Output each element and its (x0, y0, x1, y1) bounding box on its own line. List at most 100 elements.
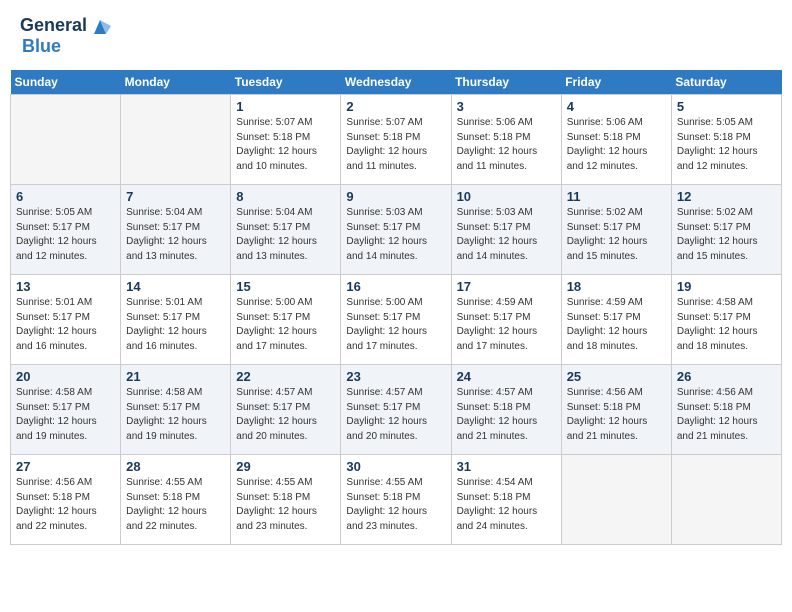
calendar-cell: 9 Sunrise: 5:03 AM Sunset: 5:17 PM Dayli… (341, 185, 451, 275)
header-row: SundayMondayTuesdayWednesdayThursdayFrid… (11, 70, 782, 95)
day-number: 20 (16, 369, 115, 384)
calendar-cell: 5 Sunrise: 5:05 AM Sunset: 5:18 PM Dayli… (671, 95, 781, 185)
day-number: 6 (16, 189, 115, 204)
day-info: Sunrise: 5:01 AM Sunset: 5:17 PM Dayligh… (126, 296, 225, 354)
day-info: Sunrise: 5:00 AM Sunset: 5:17 PM Dayligh… (346, 296, 445, 354)
day-number: 11 (567, 189, 666, 204)
calendar-cell: 28 Sunrise: 4:55 AM Sunset: 5:18 PM Dayl… (121, 455, 231, 545)
day-header-saturday: Saturday (671, 70, 781, 95)
calendar-table: SundayMondayTuesdayWednesdayThursdayFrid… (10, 70, 782, 545)
calendar-cell: 10 Sunrise: 5:03 AM Sunset: 5:17 PM Dayl… (451, 185, 561, 275)
day-info: Sunrise: 4:55 AM Sunset: 5:18 PM Dayligh… (236, 476, 335, 534)
day-info: Sunrise: 5:02 AM Sunset: 5:17 PM Dayligh… (567, 206, 666, 264)
day-number: 23 (346, 369, 445, 384)
day-info: Sunrise: 4:57 AM Sunset: 5:17 PM Dayligh… (346, 386, 445, 444)
calendar-cell: 31 Sunrise: 4:54 AM Sunset: 5:18 PM Dayl… (451, 455, 561, 545)
day-info: Sunrise: 5:05 AM Sunset: 5:18 PM Dayligh… (677, 116, 776, 174)
day-number: 22 (236, 369, 335, 384)
day-info: Sunrise: 4:57 AM Sunset: 5:18 PM Dayligh… (457, 386, 556, 444)
calendar-cell: 23 Sunrise: 4:57 AM Sunset: 5:17 PM Dayl… (341, 365, 451, 455)
calendar-cell: 2 Sunrise: 5:07 AM Sunset: 5:18 PM Dayli… (341, 95, 451, 185)
calendar-cell: 7 Sunrise: 5:04 AM Sunset: 5:17 PM Dayli… (121, 185, 231, 275)
calendar-cell: 13 Sunrise: 5:01 AM Sunset: 5:17 PM Dayl… (11, 275, 121, 365)
logo-blue-text: Blue (22, 36, 61, 56)
calendar-cell: 29 Sunrise: 4:55 AM Sunset: 5:18 PM Dayl… (231, 455, 341, 545)
day-info: Sunrise: 4:55 AM Sunset: 5:18 PM Dayligh… (346, 476, 445, 534)
day-number: 26 (677, 369, 776, 384)
day-info: Sunrise: 4:56 AM Sunset: 5:18 PM Dayligh… (16, 476, 115, 534)
day-header-wednesday: Wednesday (341, 70, 451, 95)
calendar-cell: 15 Sunrise: 5:00 AM Sunset: 5:17 PM Dayl… (231, 275, 341, 365)
day-header-sunday: Sunday (11, 70, 121, 95)
day-header-friday: Friday (561, 70, 671, 95)
calendar-cell (561, 455, 671, 545)
calendar-cell: 18 Sunrise: 4:59 AM Sunset: 5:17 PM Dayl… (561, 275, 671, 365)
day-number: 30 (346, 459, 445, 474)
day-number: 1 (236, 99, 335, 114)
day-number: 25 (567, 369, 666, 384)
day-number: 5 (677, 99, 776, 114)
day-info: Sunrise: 4:59 AM Sunset: 5:17 PM Dayligh… (567, 296, 666, 354)
calendar-cell: 25 Sunrise: 4:56 AM Sunset: 5:18 PM Dayl… (561, 365, 671, 455)
calendar-cell: 1 Sunrise: 5:07 AM Sunset: 5:18 PM Dayli… (231, 95, 341, 185)
week-row-1: 1 Sunrise: 5:07 AM Sunset: 5:18 PM Dayli… (11, 95, 782, 185)
calendar-cell: 14 Sunrise: 5:01 AM Sunset: 5:17 PM Dayl… (121, 275, 231, 365)
day-info: Sunrise: 5:01 AM Sunset: 5:17 PM Dayligh… (16, 296, 115, 354)
day-info: Sunrise: 5:04 AM Sunset: 5:17 PM Dayligh… (126, 206, 225, 264)
calendar-cell: 22 Sunrise: 4:57 AM Sunset: 5:17 PM Dayl… (231, 365, 341, 455)
calendar-cell: 8 Sunrise: 5:04 AM Sunset: 5:17 PM Dayli… (231, 185, 341, 275)
day-number: 15 (236, 279, 335, 294)
day-info: Sunrise: 5:04 AM Sunset: 5:17 PM Dayligh… (236, 206, 335, 264)
calendar-cell: 24 Sunrise: 4:57 AM Sunset: 5:18 PM Dayl… (451, 365, 561, 455)
logo-icon (89, 16, 111, 36)
day-number: 14 (126, 279, 225, 294)
day-info: Sunrise: 5:05 AM Sunset: 5:17 PM Dayligh… (16, 206, 115, 264)
day-info: Sunrise: 4:58 AM Sunset: 5:17 PM Dayligh… (126, 386, 225, 444)
week-row-3: 13 Sunrise: 5:01 AM Sunset: 5:17 PM Dayl… (11, 275, 782, 365)
calendar-cell (671, 455, 781, 545)
day-number: 18 (567, 279, 666, 294)
calendar-cell (121, 95, 231, 185)
calendar-cell: 17 Sunrise: 4:59 AM Sunset: 5:17 PM Dayl… (451, 275, 561, 365)
day-number: 17 (457, 279, 556, 294)
day-number: 29 (236, 459, 335, 474)
logo-general-text: General (20, 15, 87, 36)
day-info: Sunrise: 4:54 AM Sunset: 5:18 PM Dayligh… (457, 476, 556, 534)
day-info: Sunrise: 5:07 AM Sunset: 5:18 PM Dayligh… (346, 116, 445, 174)
week-row-5: 27 Sunrise: 4:56 AM Sunset: 5:18 PM Dayl… (11, 455, 782, 545)
day-number: 2 (346, 99, 445, 114)
calendar-cell: 20 Sunrise: 4:58 AM Sunset: 5:17 PM Dayl… (11, 365, 121, 455)
day-header-tuesday: Tuesday (231, 70, 341, 95)
day-number: 19 (677, 279, 776, 294)
day-number: 3 (457, 99, 556, 114)
calendar-cell: 26 Sunrise: 4:56 AM Sunset: 5:18 PM Dayl… (671, 365, 781, 455)
week-row-4: 20 Sunrise: 4:58 AM Sunset: 5:17 PM Dayl… (11, 365, 782, 455)
day-info: Sunrise: 4:55 AM Sunset: 5:18 PM Dayligh… (126, 476, 225, 534)
day-header-thursday: Thursday (451, 70, 561, 95)
day-info: Sunrise: 5:03 AM Sunset: 5:17 PM Dayligh… (457, 206, 556, 264)
week-row-2: 6 Sunrise: 5:05 AM Sunset: 5:17 PM Dayli… (11, 185, 782, 275)
day-info: Sunrise: 5:02 AM Sunset: 5:17 PM Dayligh… (677, 206, 776, 264)
day-number: 9 (346, 189, 445, 204)
day-info: Sunrise: 5:03 AM Sunset: 5:17 PM Dayligh… (346, 206, 445, 264)
logo: General Blue (20, 15, 111, 57)
day-info: Sunrise: 4:59 AM Sunset: 5:17 PM Dayligh… (457, 296, 556, 354)
calendar-cell: 6 Sunrise: 5:05 AM Sunset: 5:17 PM Dayli… (11, 185, 121, 275)
day-number: 8 (236, 189, 335, 204)
calendar-cell: 30 Sunrise: 4:55 AM Sunset: 5:18 PM Dayl… (341, 455, 451, 545)
day-info: Sunrise: 4:56 AM Sunset: 5:18 PM Dayligh… (567, 386, 666, 444)
day-info: Sunrise: 5:07 AM Sunset: 5:18 PM Dayligh… (236, 116, 335, 174)
day-info: Sunrise: 4:58 AM Sunset: 5:17 PM Dayligh… (16, 386, 115, 444)
calendar-cell: 16 Sunrise: 5:00 AM Sunset: 5:17 PM Dayl… (341, 275, 451, 365)
day-info: Sunrise: 4:57 AM Sunset: 5:17 PM Dayligh… (236, 386, 335, 444)
day-number: 10 (457, 189, 556, 204)
calendar-cell: 27 Sunrise: 4:56 AM Sunset: 5:18 PM Dayl… (11, 455, 121, 545)
day-number: 28 (126, 459, 225, 474)
page-header: General Blue (10, 10, 782, 62)
day-header-monday: Monday (121, 70, 231, 95)
day-info: Sunrise: 5:06 AM Sunset: 5:18 PM Dayligh… (567, 116, 666, 174)
day-info: Sunrise: 5:06 AM Sunset: 5:18 PM Dayligh… (457, 116, 556, 174)
day-info: Sunrise: 4:58 AM Sunset: 5:17 PM Dayligh… (677, 296, 776, 354)
day-number: 7 (126, 189, 225, 204)
day-number: 31 (457, 459, 556, 474)
